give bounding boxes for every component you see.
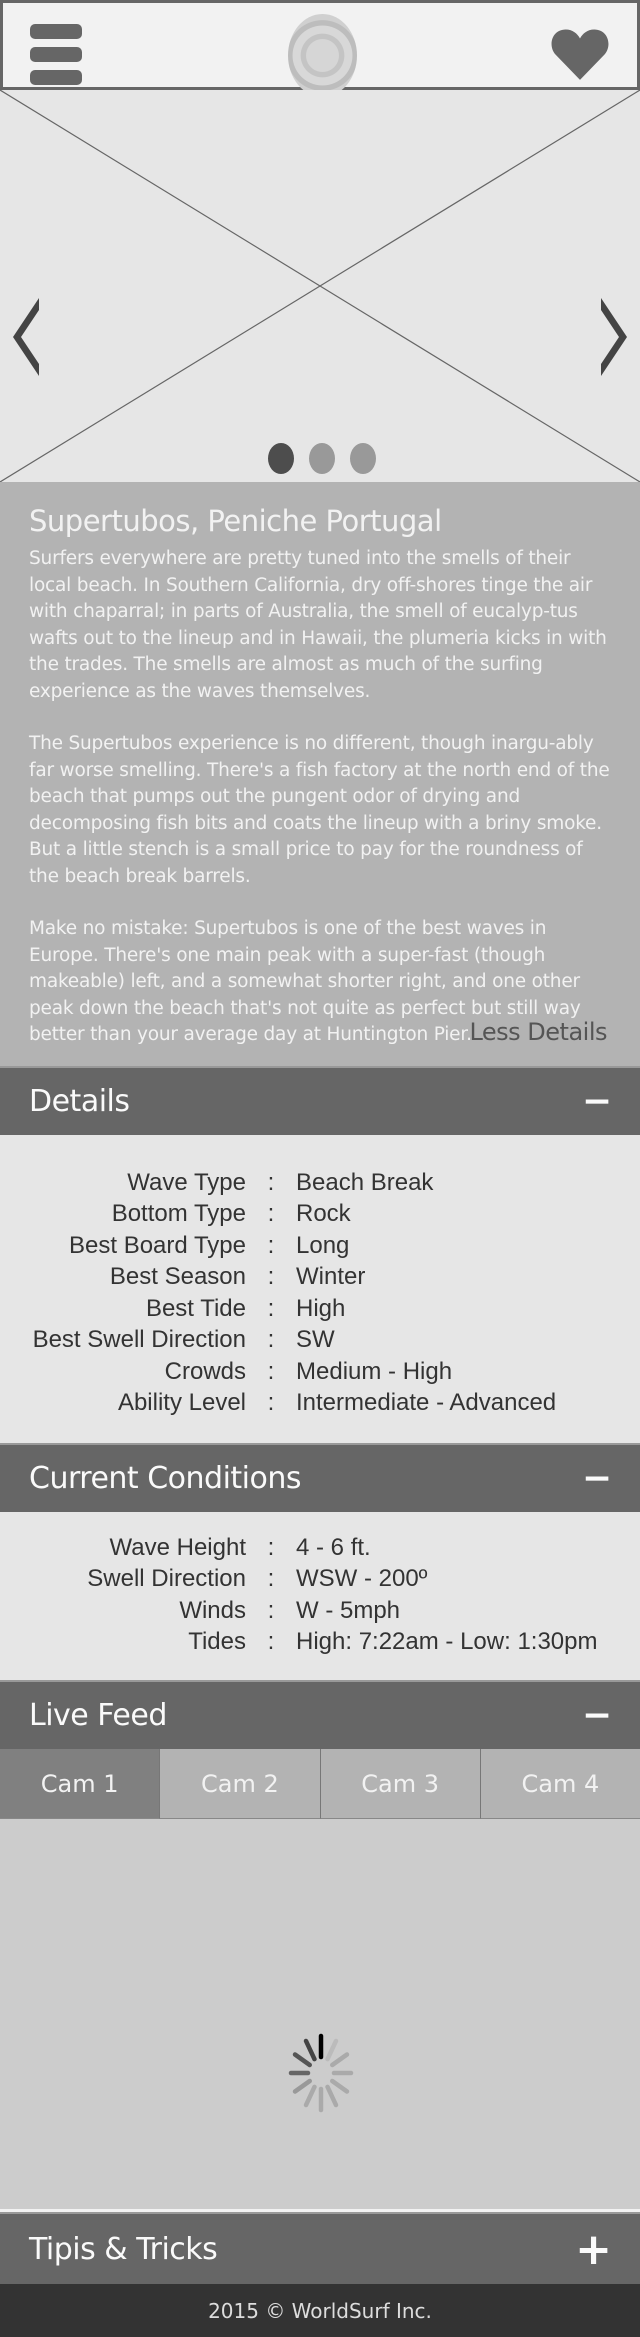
info-value: Medium - High: [296, 1357, 453, 1385]
top-nav-bar: [0, 0, 640, 97]
tips-section-header[interactable]: Tipis & Tricks +: [0, 2212, 640, 2284]
info-row: Ability Level: Intermediate - Advanced: [0, 1388, 640, 1420]
spot-description: Supertubos, Peniche Portugal Surfers eve…: [0, 482, 640, 1066]
spinner-segment: [292, 2052, 312, 2068]
description-paragraph: The Supertubos experience is no differen…: [29, 733, 610, 887]
conditions-section-header[interactable]: Current Conditions −: [0, 1443, 640, 1512]
info-value: Rock: [296, 1200, 351, 1228]
separator: :: [267, 1200, 275, 1228]
carousel-dot-3[interactable]: [350, 443, 376, 474]
separator: :: [267, 1628, 275, 1656]
copyright-text: 2015 © WorldSurf Inc.: [208, 2298, 432, 2323]
separator: :: [267, 1263, 275, 1291]
info-label: Winds: [179, 1596, 246, 1624]
spinner-segment: [303, 2084, 317, 2108]
image-placeholder: [0, 90, 640, 482]
separator: :: [267, 1326, 275, 1354]
collapse-icon[interactable]: −: [582, 1081, 612, 1122]
collapse-icon[interactable]: −: [582, 1458, 612, 1499]
heart-icon[interactable]: [549, 23, 611, 85]
info-label: Wave Height: [109, 1533, 247, 1561]
info-value: Winter: [296, 1263, 366, 1291]
info-value: WSW - 200º: [296, 1565, 428, 1593]
spinner-segment: [330, 2052, 350, 2068]
footer: 2015 © WorldSurf Inc.: [0, 2284, 640, 2337]
tab-cam-1[interactable]: Cam 1: [0, 1749, 161, 1819]
separator: :: [267, 1168, 275, 1196]
info-row: Bottom Type: Rock: [0, 1199, 640, 1231]
info-row: Best Tide: High: [0, 1293, 640, 1325]
carousel-indicators: [268, 443, 376, 474]
section-title: Current Conditions: [29, 1461, 302, 1496]
separator: :: [267, 1231, 275, 1259]
live-feed-section-header[interactable]: Live Feed −: [0, 1680, 640, 1749]
separator: :: [267, 1596, 275, 1624]
info-row: Crowds: Medium - High: [0, 1356, 640, 1388]
collapse-icon[interactable]: −: [582, 1695, 612, 1736]
spot-title: Supertubos, Peniche Portugal: [29, 504, 442, 538]
chevron-left-icon[interactable]: [13, 298, 43, 378]
info-row: Wave Type: Beach Break: [0, 1167, 640, 1199]
separator: :: [267, 1357, 275, 1385]
info-value: Intermediate - Advanced: [296, 1389, 557, 1417]
spinner-segment: [303, 2038, 317, 2062]
info-row: Best Season: Winter: [0, 1262, 640, 1294]
info-row: Swell Direction: WSW - 200º: [0, 1564, 640, 1596]
description-paragraph: Surfers everywhere are pretty tuned into…: [29, 548, 607, 702]
details-list: Wave Type: Beach Break Bottom Type: Rock Bes…: [0, 1135, 640, 1443]
info-label: Best Tide: [145, 1294, 246, 1322]
carousel-dot-1[interactable]: [268, 443, 294, 474]
conditions-list: Wave Height:4 - 6 ft. Swell Direction: WSW…: [0, 1512, 640, 1680]
wave-logo[interactable]: [288, 14, 357, 97]
section-title: Live Feed: [29, 1698, 167, 1733]
spinner-segment: [325, 2038, 339, 2062]
section-title: Tipis & Tricks: [29, 2231, 218, 2267]
info-value: W - 5mph: [296, 1596, 401, 1624]
section-title: Details: [29, 1084, 130, 1119]
info-row: Best Swell Direction: SW: [0, 1325, 640, 1357]
expand-icon[interactable]: +: [575, 2224, 612, 2275]
video-feed[interactable]: [0, 1819, 640, 2212]
separator: :: [267, 1533, 275, 1561]
info-label: Bottom Type: [111, 1200, 246, 1228]
info-value: High: 7:22am - Low: 1:30pm: [296, 1628, 598, 1656]
info-label: Wave Type: [127, 1168, 246, 1196]
info-value: 4 - 6 ft.: [296, 1533, 371, 1561]
tab-cam-2[interactable]: Cam 2: [160, 1749, 321, 1819]
spinner-segment: [325, 2084, 339, 2108]
separator: :: [267, 1389, 275, 1417]
info-label: Ability Level: [117, 1389, 246, 1417]
info-value: High: [296, 1294, 346, 1322]
hamburger-menu-icon[interactable]: [30, 24, 82, 90]
separator: :: [267, 1294, 275, 1322]
info-label: Crowds: [164, 1357, 246, 1385]
tab-cam-3[interactable]: Cam 3: [320, 1749, 481, 1819]
spinner-segment: [292, 2078, 312, 2094]
info-label: Tides: [188, 1628, 246, 1656]
info-value: Long: [296, 1231, 350, 1259]
info-label: Best Board Type: [69, 1231, 246, 1259]
camera-tabs: Cam 1 Cam 2 Cam 3 Cam 4: [0, 1749, 640, 1819]
info-value: SW: [296, 1326, 335, 1354]
info-row: Winds: W - 5mph: [0, 1595, 640, 1627]
info-label: Best Swell Direction: [32, 1326, 246, 1354]
tab-cam-4[interactable]: Cam 4: [480, 1749, 640, 1819]
spinner-icon: [288, 2033, 354, 2113]
info-row: Wave Height:4 - 6 ft.: [0, 1532, 640, 1564]
separator: :: [267, 1565, 275, 1593]
less-details-link[interactable]: Less Details: [469, 1018, 607, 1046]
info-label: Swell Direction: [87, 1565, 246, 1593]
info-row: Best Board Type: Long: [0, 1230, 640, 1262]
chevron-right-icon[interactable]: [597, 298, 627, 378]
image-carousel[interactable]: [0, 90, 640, 482]
carousel-dot-2[interactable]: [309, 443, 335, 474]
info-row: Tides: High: 7:22am - Low: 1:30pm: [0, 1627, 640, 1659]
details-section-header[interactable]: Details −: [0, 1066, 640, 1135]
info-label: Best Season: [109, 1263, 246, 1291]
info-value: Beach Break: [296, 1168, 434, 1196]
spinner-segment: [330, 2078, 350, 2094]
